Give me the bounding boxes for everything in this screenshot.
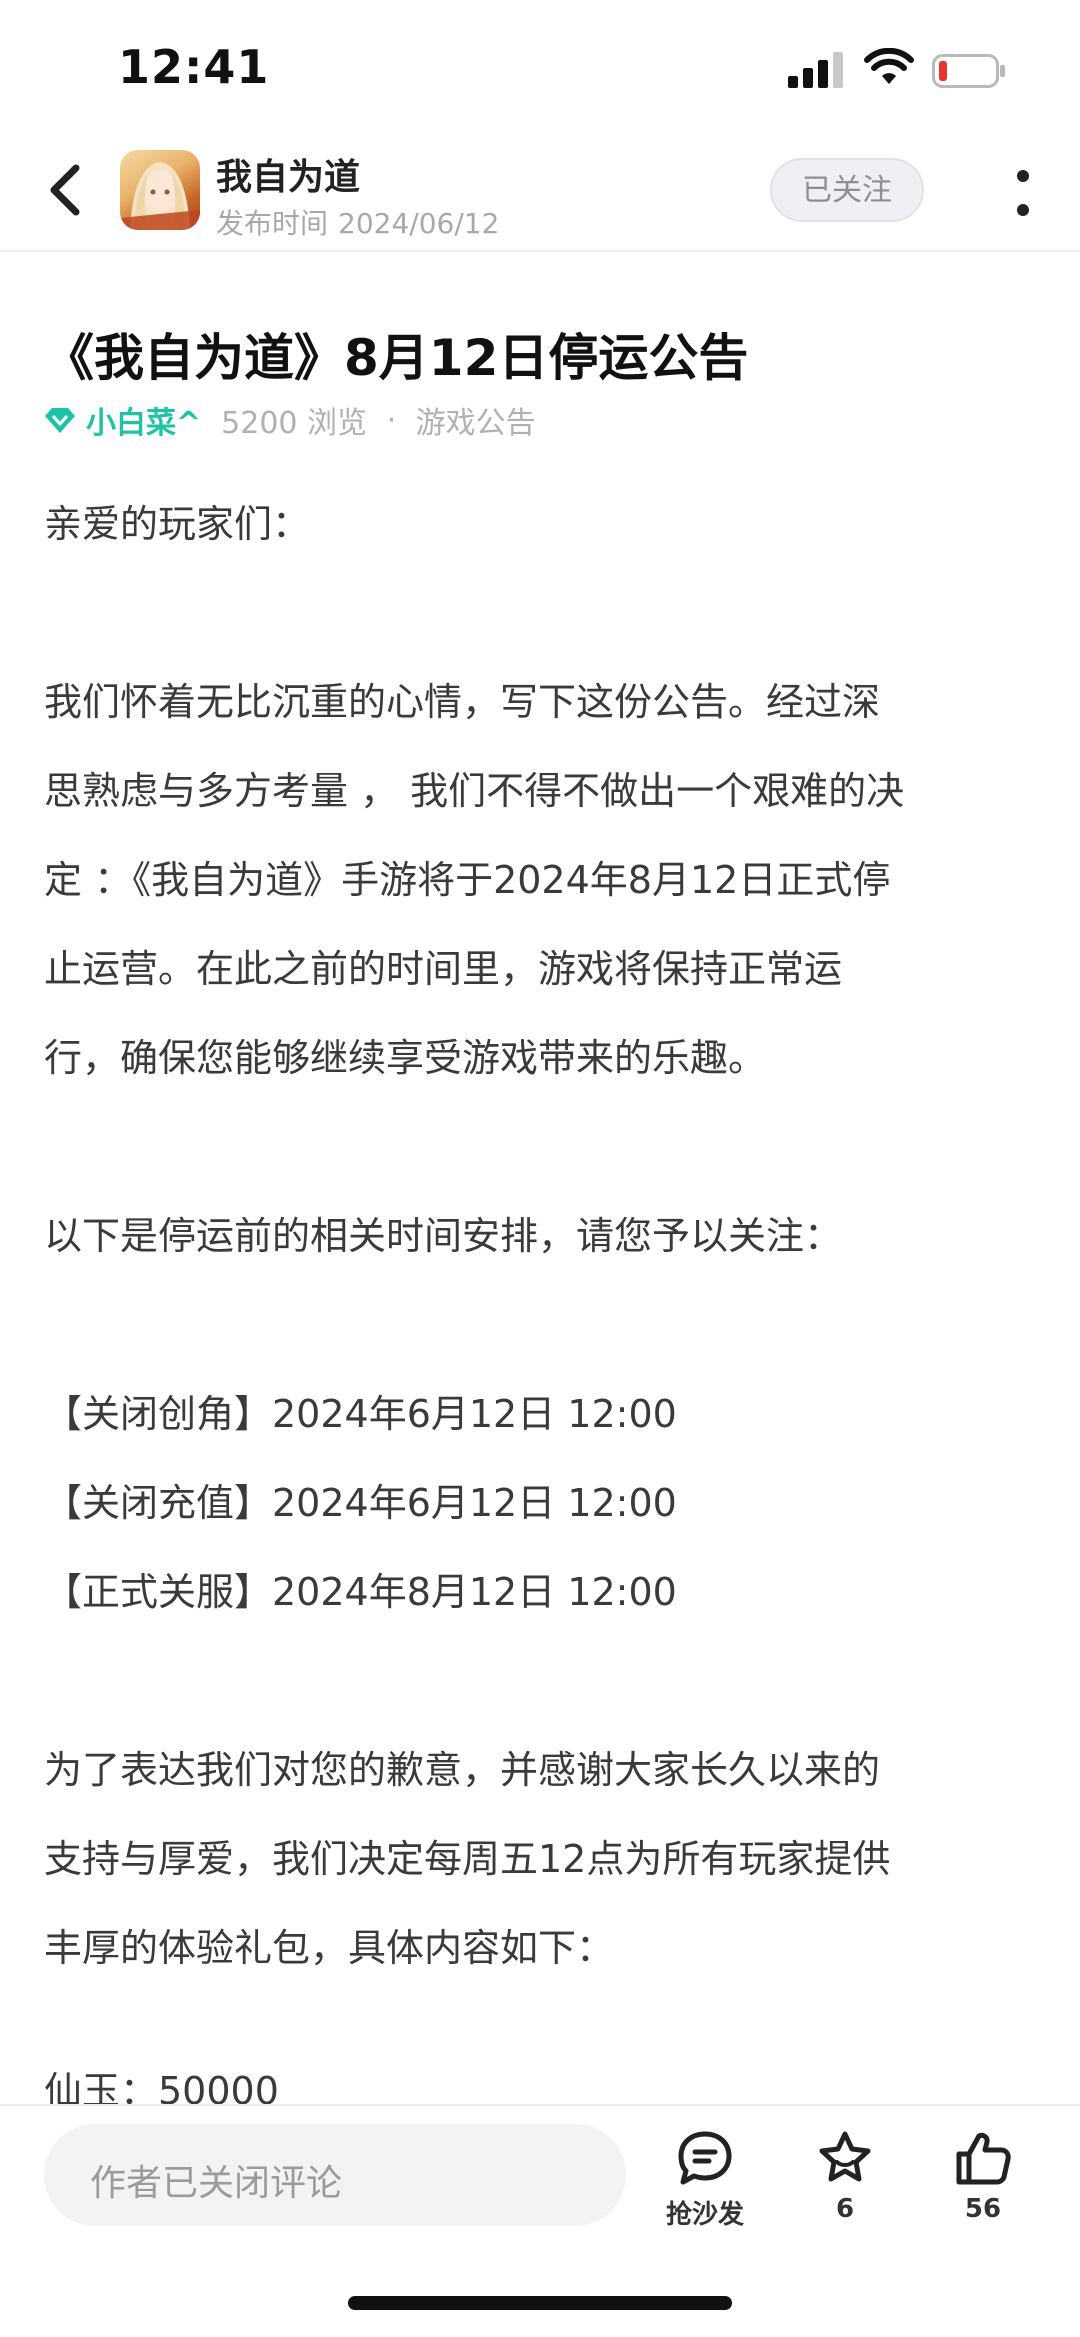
publish-label: 发布时间	[216, 207, 329, 240]
body-line: 行，确保您能够继续享受游戏带来的乐趣。	[44, 1036, 767, 1080]
meta-separator: ·	[386, 402, 397, 438]
post-header: 我自为道 发布时间 2024/06/12 已关注	[0, 130, 1080, 252]
schedule-line: 【正式关服】2024年8月12日 12:00	[44, 1570, 677, 1614]
schedule-line: 【关闭充值】2024年6月12日 12:00	[44, 1481, 677, 1525]
like-count: 56	[964, 2194, 1002, 2224]
chat-bubble-icon	[678, 2131, 732, 2185]
cellular-signal-icon	[788, 52, 848, 88]
game-avatar[interactable]	[120, 150, 200, 230]
article-body: 亲爱的玩家们： 我们怀着无比沉重的心情，写下这份公告。经过深 思熟虑与多方考量 …	[44, 480, 1044, 1993]
body-line: 思熟虑与多方考量 ， 我们不得不做出一个艰难的决	[44, 769, 905, 813]
thumbs-up-icon	[956, 2132, 1011, 2185]
body-line: 亲爱的玩家们：	[44, 502, 311, 546]
battery-low-icon	[932, 54, 1005, 88]
sofa-label: 抢沙发	[665, 2200, 744, 2230]
publish-time: 发布时间 2024/06/12	[216, 202, 509, 242]
back-arrow-icon[interactable]	[36, 158, 96, 222]
view-count: 5200 浏览	[221, 406, 368, 441]
schedule-line: 【关闭创角】2024年6月12日 12:00	[44, 1392, 677, 1436]
publish-date: 2024/06/12	[338, 207, 500, 240]
status-bar: 12:41	[0, 0, 1080, 130]
article-meta: 小白菜^ 5200 浏览 · 游戏公告	[44, 398, 536, 442]
body-line: 支持与厚爱，我们决定每周五12点为所有玩家提供	[44, 1837, 891, 1881]
author-name[interactable]: 小白菜^	[86, 406, 201, 441]
body-line: 丰厚的体验礼包，具体内容如下：	[44, 1926, 615, 1970]
sofa-comment-button[interactable]: 抢沙发	[650, 2128, 760, 2238]
body-line: 以下是停运前的相关时间安排，请您予以关注：	[44, 1214, 843, 1258]
diamond-badge-icon	[45, 408, 75, 433]
article-category[interactable]: 游戏公告	[416, 406, 536, 441]
status-time: 12:41	[118, 40, 270, 94]
body-line: 止运营。在此之前的时间里，游戏将保持正常运	[44, 947, 843, 991]
favorite-count: 6	[835, 2194, 855, 2224]
body-line: 为了表达我们对您的歉意，并感谢大家长久以来的	[44, 1748, 881, 1792]
favorite-button[interactable]: 6	[790, 2128, 900, 2238]
home-indicator[interactable]	[348, 2296, 732, 2310]
comment-placeholder: 作者已关闭评论	[90, 2163, 343, 2204]
body-line: 我们怀着无比沉重的心情，写下这份公告。经过深	[44, 680, 881, 724]
star-icon	[819, 2131, 871, 2182]
follow-button[interactable]: 已关注	[770, 158, 924, 222]
body-line: 定 ：《我自为道》手游将于2024年8月12日正式停	[44, 858, 891, 902]
more-options-icon[interactable]	[1008, 166, 1038, 220]
post-detail-screen: 12:41 我自为道 发布时间 2024/06/12 已关注 《我自为道》8月1…	[0, 0, 1080, 2337]
like-button[interactable]: 56	[928, 2128, 1038, 2238]
wifi-icon	[864, 48, 914, 84]
comment-input[interactable]: 作者已关闭评论	[44, 2124, 626, 2226]
game-avatar-art	[120, 162, 200, 230]
game-name[interactable]: 我自为道	[216, 148, 360, 200]
article-title: 《我自为道》8月12日停运公告	[44, 329, 749, 387]
